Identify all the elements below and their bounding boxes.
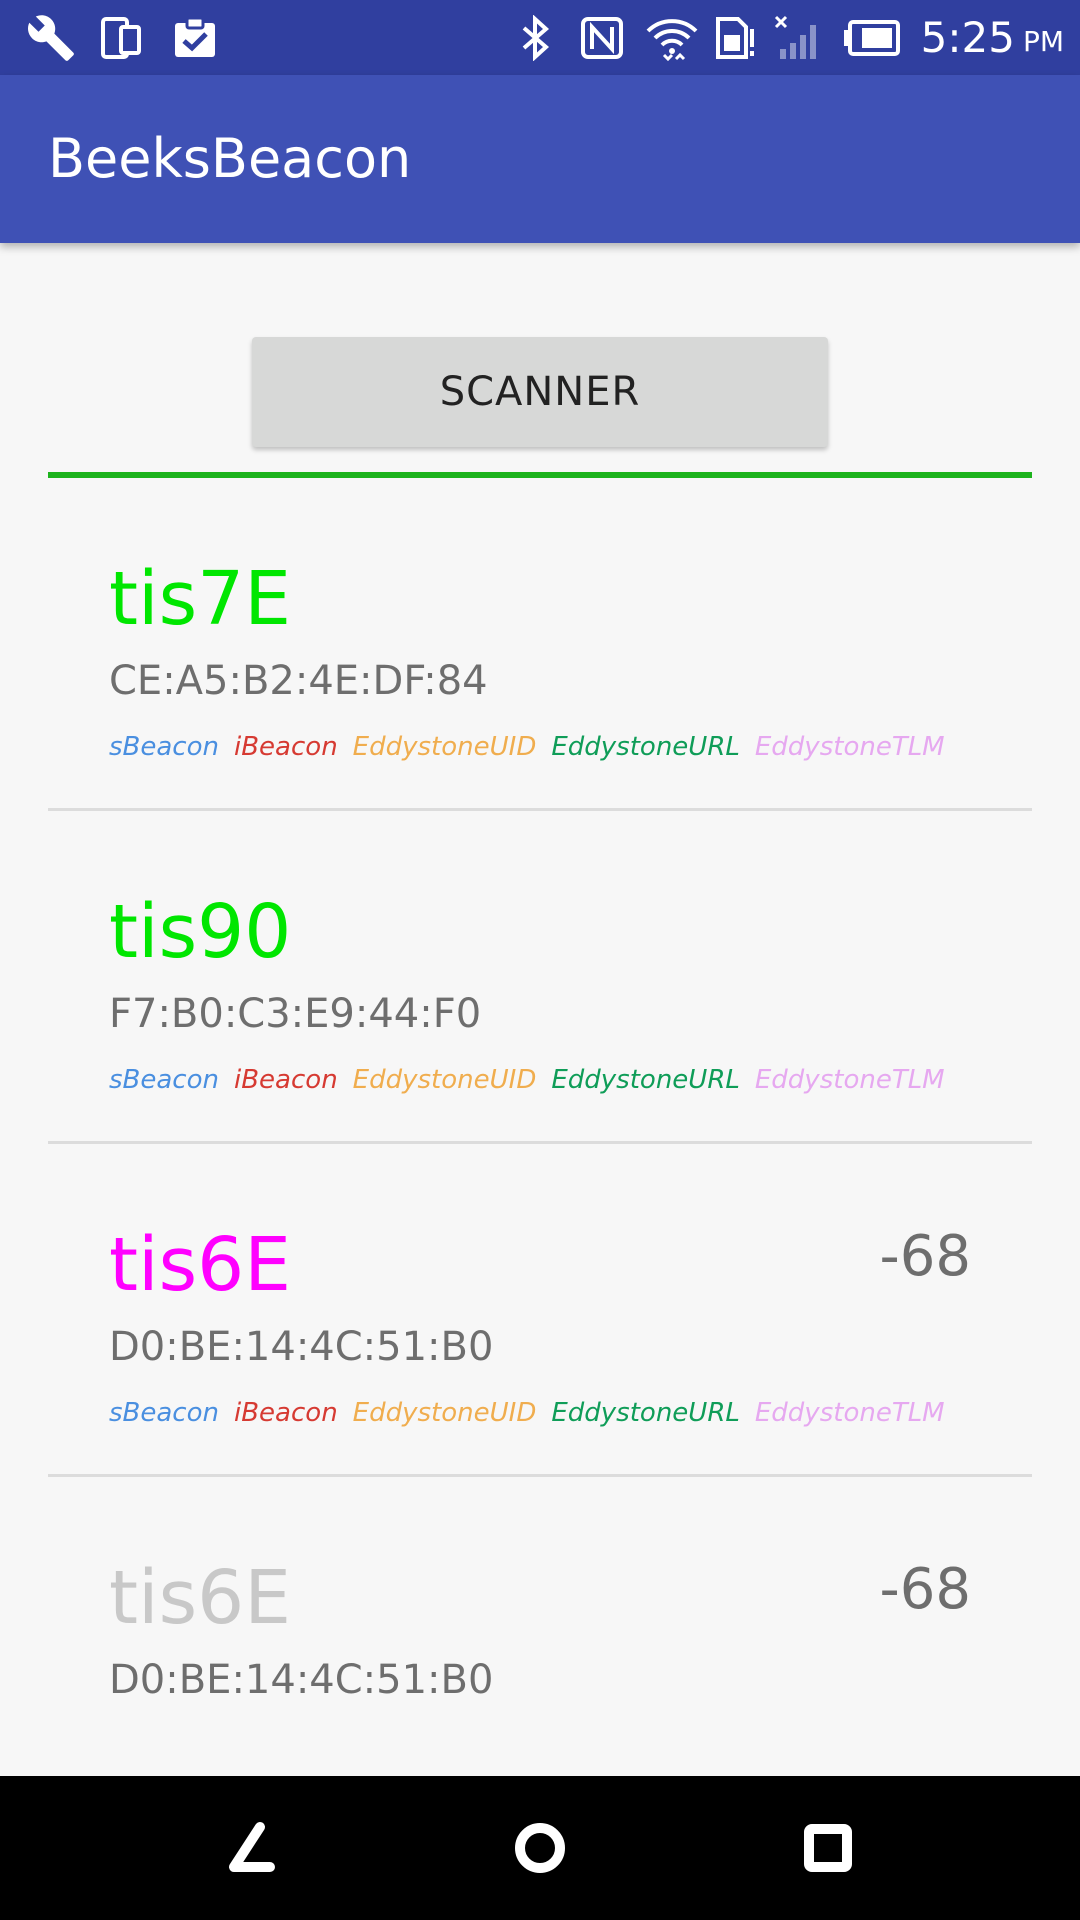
beacon-name: tis90 [109,889,292,975]
scanner-button[interactable]: SCANNER [252,337,828,447]
clipboard-check-icon [172,0,218,75]
beacon-tag: sBeacon [109,1398,219,1428]
signal-off-icon [774,0,824,75]
app-bar: BeeksBeacon [0,75,1080,243]
beacon-tag: EddystoneTLM [754,1398,945,1428]
beacon-rssi: -68 [879,1557,971,1622]
sim-alert-icon [712,0,758,75]
clock-ampm: PM [1022,25,1064,58]
beacon-tag: EddystoneTLM [754,1065,945,1095]
bluetooth-icon [520,0,552,75]
device-icon [100,0,142,75]
status-bar: 5:25 PM [0,0,1080,75]
app-title: BeeksBeacon [48,127,412,190]
beacon-list: tis7E CE:A5:B2:4E:DF:84 sBeacon iBeacon Eddy… [48,478,1032,1810]
beacon-list-item[interactable]: tis90 F7:B0:C3:E9:44:F0 sBeacon iBeacon Eddy… [48,811,1032,1144]
recents-icon[interactable] [768,1776,888,1920]
back-icon[interactable] [192,1776,312,1920]
wrench-icon [26,0,76,75]
nfc-icon [580,0,624,75]
battery-icon [842,0,900,75]
beacon-tag: EddystoneUID [352,732,537,762]
beacon-tag: EddystoneURL [551,732,740,762]
beacon-tag: EddystoneUID [352,1065,537,1095]
beacon-name: tis6E [109,1555,291,1641]
beacon-mac-address: F7:B0:C3:E9:44:F0 [109,991,482,1037]
beacon-list-item[interactable]: tis6E D0:BE:14:4C:51:B0 -68 [48,1477,1032,1810]
beacon-tag: iBeacon [234,732,338,762]
beacon-mac-address: D0:BE:14:4C:51:B0 [109,1324,494,1370]
beacon-tag: EddystoneUID [352,1398,537,1428]
beacon-tag: EddystoneTLM [754,732,945,762]
beacon-name: tis7E [109,556,291,642]
clock-time: 5:25 [920,13,1015,62]
beacon-tag: iBeacon [234,1398,338,1428]
beacon-list-item[interactable]: tis7E CE:A5:B2:4E:DF:84 sBeacon iBeacon Eddy… [48,478,1032,811]
beacon-name: tis6E [109,1222,291,1308]
beacon-tags: sBeacon iBeacon EddystoneUID EddystoneURL Ed… [109,1398,945,1428]
beacon-tag: iBeacon [234,1065,338,1095]
beacon-tag: EddystoneURL [551,1398,740,1428]
beacon-list-item[interactable]: tis6E D0:BE:14:4C:51:B0 -68 sBeacon iBeacon E… [48,1144,1032,1477]
home-icon[interactable] [480,1776,600,1920]
wifi-icon [644,0,700,75]
beacon-tags: sBeacon iBeacon EddystoneUID EddystoneURL Ed… [109,1065,945,1095]
beacon-tag: sBeacon [109,1065,219,1095]
beacon-rssi: -68 [879,1224,971,1289]
beacon-tags: sBeacon iBeacon EddystoneUID EddystoneURL Ed… [109,732,945,762]
navigation-bar [0,1776,1080,1920]
beacon-tag: EddystoneURL [551,1065,740,1095]
beacon-mac-address: CE:A5:B2:4E:DF:84 [109,658,488,704]
beacon-tag: sBeacon [109,732,219,762]
beacon-mac-address: D0:BE:14:4C:51:B0 [109,1657,494,1703]
status-clock: 5:25 PM [921,0,1064,75]
